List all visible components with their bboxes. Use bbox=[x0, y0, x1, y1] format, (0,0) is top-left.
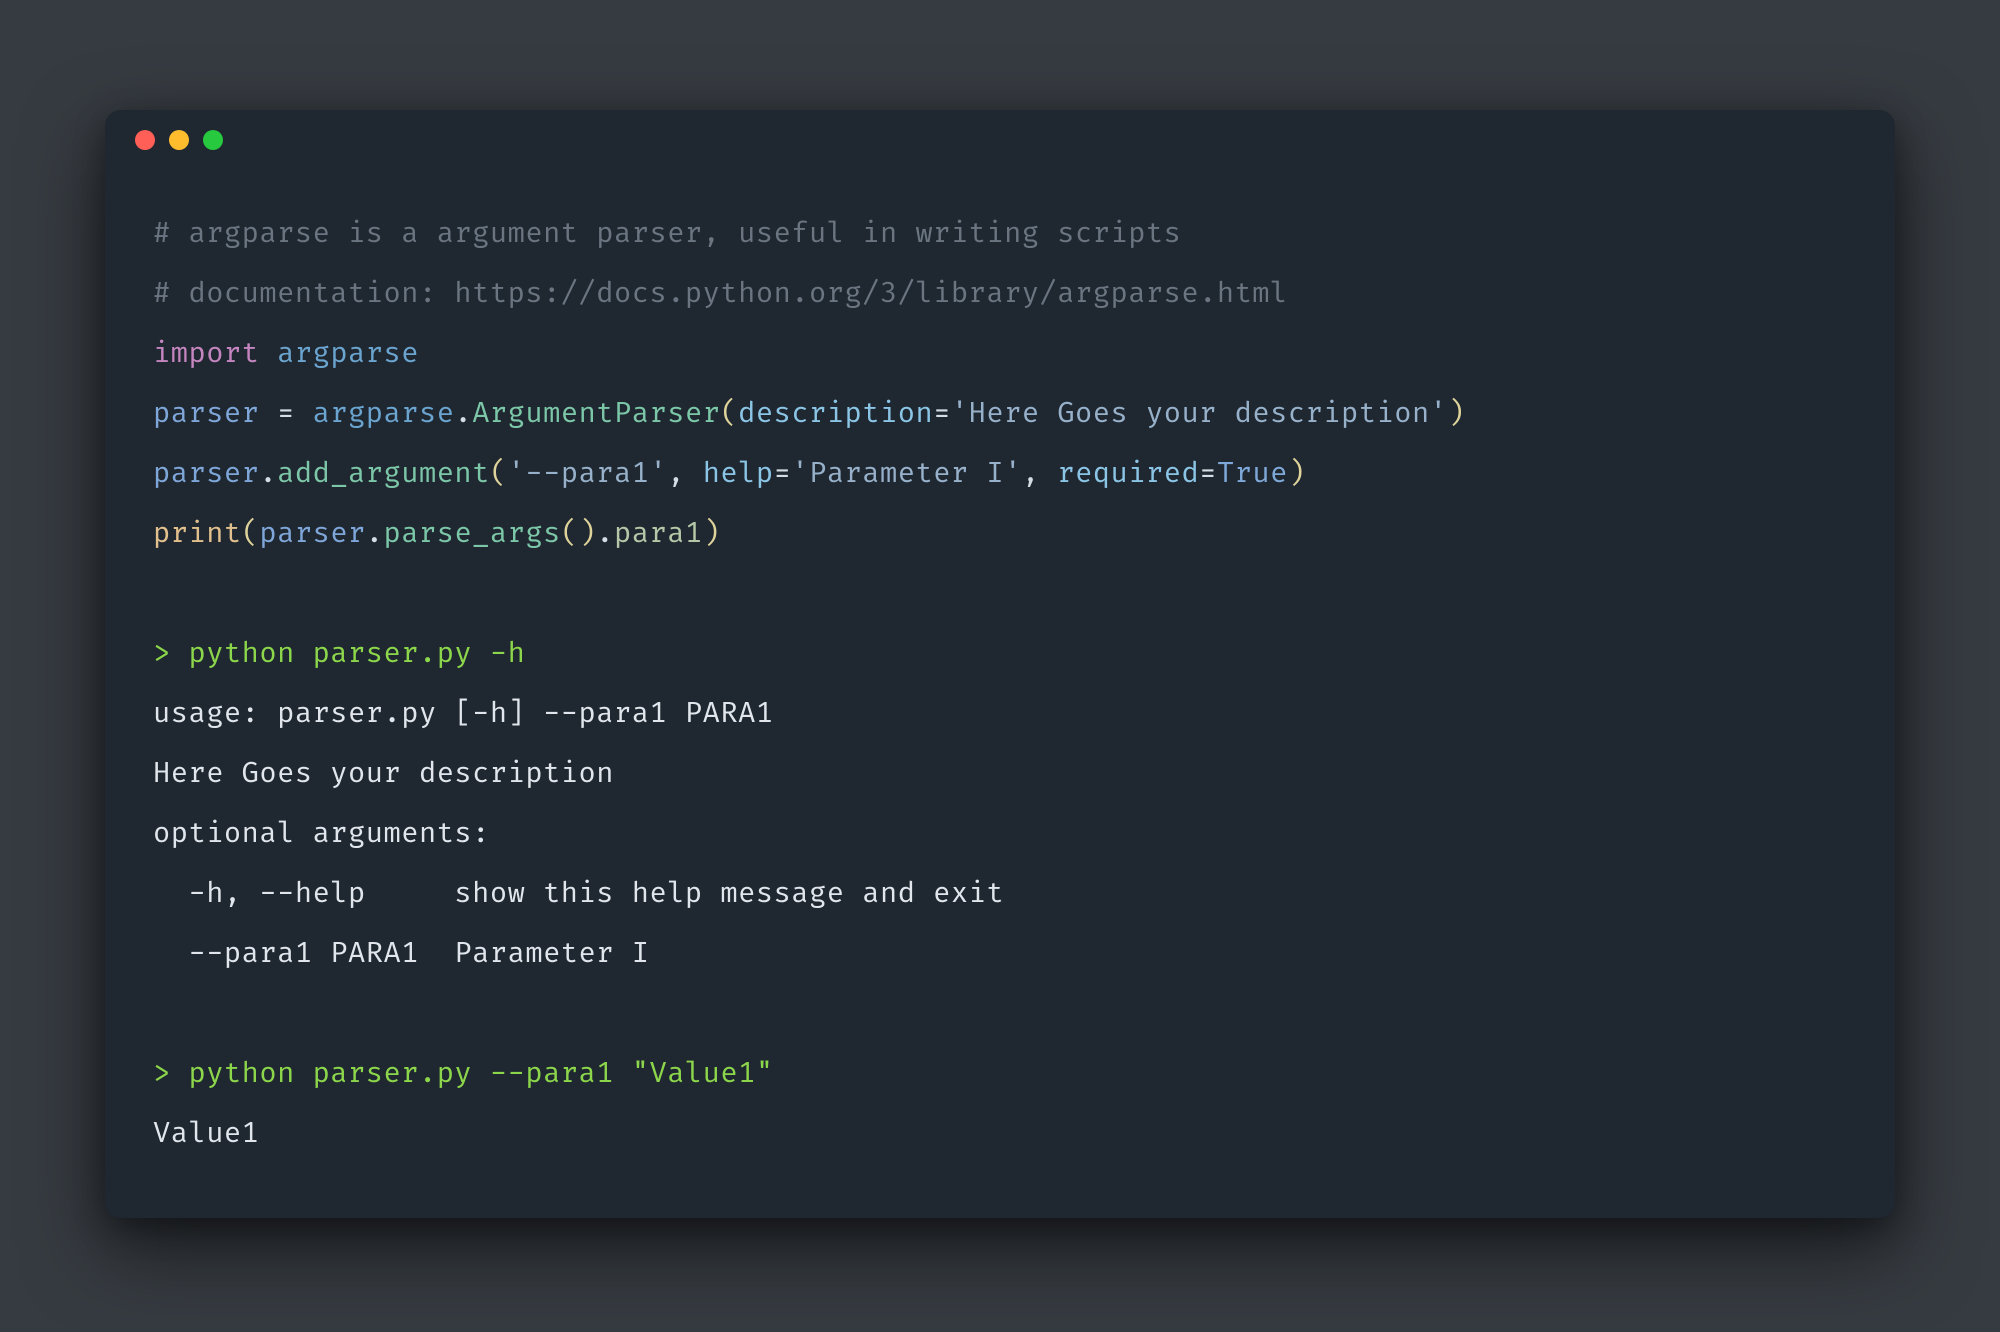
string-literal: 'Parameter I' bbox=[791, 456, 1022, 491]
shell-output: Here Goes your description bbox=[153, 744, 1847, 804]
module-name: argparse bbox=[313, 396, 455, 431]
maximize-icon[interactable] bbox=[203, 130, 223, 150]
prompt: > python parser.py --para1 "Value1" bbox=[153, 1056, 774, 1091]
blank-line bbox=[153, 564, 1847, 624]
code-area[interactable]: # argparse is a argument parser, useful … bbox=[105, 170, 1895, 1218]
shell-output: --para1 PARA1 Parameter I bbox=[153, 924, 1847, 984]
shell-output: Value1 bbox=[153, 1104, 1847, 1164]
kwarg: help bbox=[703, 456, 774, 491]
boolean: True bbox=[1217, 456, 1288, 491]
method-name: add_argument bbox=[277, 456, 490, 491]
blank-line bbox=[153, 984, 1847, 1044]
close-icon[interactable] bbox=[135, 130, 155, 150]
titlebar bbox=[105, 110, 1895, 170]
shell-command: > python parser.py --para1 "Value1" bbox=[153, 1044, 1847, 1104]
kwarg: required bbox=[1057, 456, 1199, 491]
variable: parser bbox=[259, 516, 365, 551]
comment: # argparse is a argument parser, useful … bbox=[153, 216, 1181, 251]
prompt: > python parser.py -h bbox=[153, 636, 525, 671]
code-line: # documentation: https://docs.python.org… bbox=[153, 264, 1847, 324]
shell-command: > python parser.py -h bbox=[153, 624, 1847, 684]
code-line: # argparse is a argument parser, useful … bbox=[153, 204, 1847, 264]
builtin-print: print bbox=[153, 516, 242, 551]
class-name: ArgumentParser bbox=[472, 396, 720, 431]
comment: # documentation: https://docs.python.org… bbox=[153, 276, 1288, 311]
shell-output: optional arguments: bbox=[153, 804, 1847, 864]
code-line: parser.add_argument('--para1', help='Par… bbox=[153, 444, 1847, 504]
terminal-window: # argparse is a argument parser, useful … bbox=[105, 110, 1895, 1218]
code-line: print(parser.parse_args().para1) bbox=[153, 504, 1847, 564]
variable: parser bbox=[153, 456, 259, 491]
method-name: parse_args bbox=[384, 516, 561, 551]
string-literal: 'Here Goes your description' bbox=[951, 396, 1447, 431]
variable: parser bbox=[153, 396, 259, 431]
minimize-icon[interactable] bbox=[169, 130, 189, 150]
module-name: argparse bbox=[277, 336, 419, 371]
shell-output: usage: parser.py [-h] --para1 PARA1 bbox=[153, 684, 1847, 744]
shell-output: -h, --help show this help message and ex… bbox=[153, 864, 1847, 924]
code-line: import argparse bbox=[153, 324, 1847, 384]
kwarg: description bbox=[738, 396, 933, 431]
code-line: parser = argparse.ArgumentParser(descrip… bbox=[153, 384, 1847, 444]
attribute: para1 bbox=[614, 516, 703, 551]
keyword-import: import bbox=[153, 336, 259, 371]
string-literal: '--para1' bbox=[508, 456, 668, 491]
